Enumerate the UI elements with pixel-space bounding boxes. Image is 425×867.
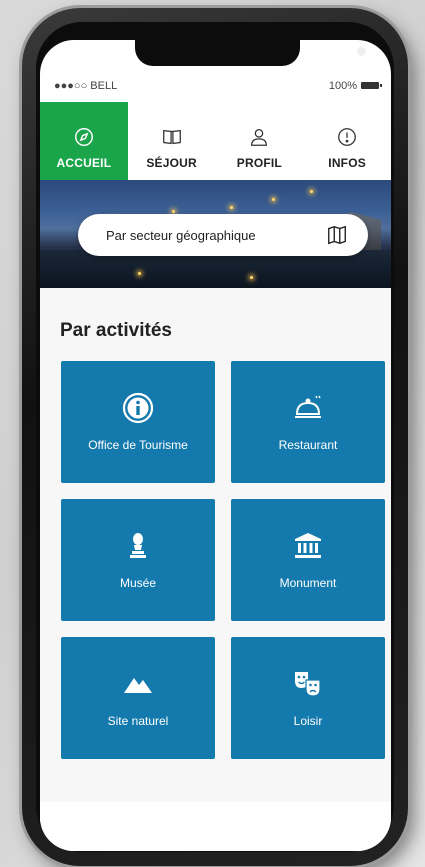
activity-tile-office-de-tourisme[interactable]: Office de Tourisme: [61, 361, 215, 483]
tab-label: PROFIL: [236, 156, 282, 170]
harbor-light: [230, 206, 233, 209]
mountain-icon: [124, 678, 152, 693]
info-icon: [122, 392, 154, 424]
activity-tile-loisir[interactable]: Loisir: [231, 637, 385, 759]
bust-icon: [130, 533, 146, 558]
status-bar: ●●●○○ BELL 100%: [40, 40, 391, 102]
tab-label: ACCUEIL: [56, 156, 112, 170]
book-icon: [162, 129, 181, 145]
monument-icon: [295, 533, 321, 558]
tab-sejour[interactable]: SÉJOUR: [128, 102, 216, 180]
harbor-light: [138, 272, 141, 275]
activity-label: Site naturel: [107, 714, 169, 728]
activity-tile-musee[interactable]: Musée: [61, 499, 215, 621]
info-circle-icon: [338, 128, 357, 146]
geographic-sector-button[interactable]: Par secteur géographique: [78, 214, 368, 256]
tab-accueil[interactable]: ACCUEIL: [40, 102, 128, 180]
cloche-icon: [295, 395, 321, 418]
harbor-light: [272, 198, 275, 201]
harbor-light: [172, 210, 175, 213]
battery-icon: [361, 82, 382, 89]
battery-percent: 100%: [328, 80, 357, 92]
activity-tile-restaurant[interactable]: Restaurant: [231, 361, 385, 483]
activity-label: Monument: [279, 576, 337, 590]
top-tab-bar: ACCUEIL SÉJOUR PROFIL INFOS: [40, 102, 391, 180]
activities-section: Par activités Office de Tourisme Restaur…: [40, 288, 391, 851]
geographic-sector-label: Par secteur géographique: [106, 227, 256, 243]
harbor-light: [310, 190, 313, 193]
tab-label: SÉJOUR: [146, 156, 197, 170]
harbor-light: [250, 276, 253, 279]
hero-banner: Par secteur géographique: [40, 180, 391, 288]
compass-icon: [74, 128, 93, 146]
app-screen: ●●●○○ BELL 100% ACCUEIL SÉJOUR PROFIL IN…: [40, 40, 391, 851]
user-icon: [251, 129, 268, 146]
activities-grid: Office de Tourisme Restaurant Musée Monu…: [61, 361, 385, 759]
bottom-area: [40, 802, 391, 851]
tab-infos[interactable]: INFOS: [303, 102, 391, 180]
activity-label: Loisir: [293, 714, 323, 728]
activity-label: Restaurant: [278, 438, 338, 452]
activity-tile-site-naturel[interactable]: Site naturel: [61, 637, 215, 759]
theater-masks-icon: [295, 672, 321, 697]
activity-label: Musée: [119, 576, 157, 590]
activity-tile-monument[interactable]: Monument: [231, 499, 385, 621]
activity-label: Office de Tourisme: [88, 438, 188, 452]
tab-label: INFOS: [328, 156, 366, 170]
map-icon: [328, 225, 346, 245]
tab-profil[interactable]: PROFIL: [216, 102, 304, 180]
section-title: Par activités: [60, 320, 172, 341]
carrier-label: ●●●○○ BELL: [54, 80, 118, 92]
